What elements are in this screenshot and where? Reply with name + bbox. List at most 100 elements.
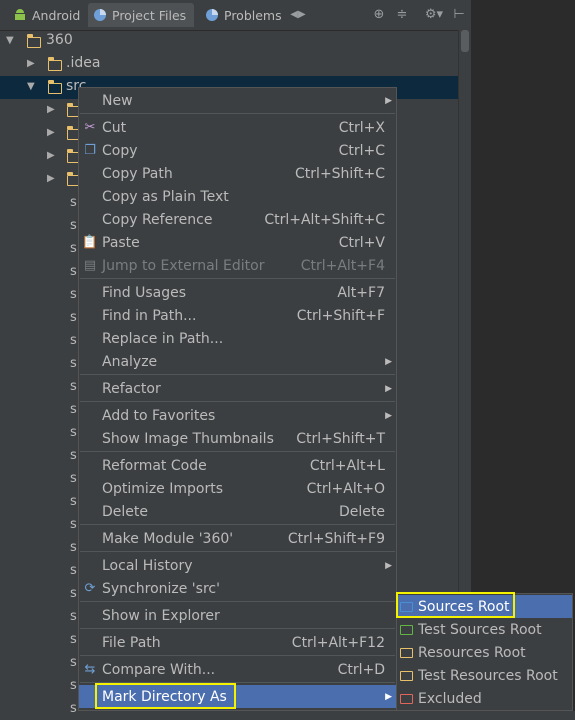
menu-item-find-in-path[interactable]: Find in Path... Ctrl+Shift+F <box>79 304 396 327</box>
collapse-arrow-icon[interactable]: ▶ <box>27 59 37 69</box>
menu-item-add-to-favorites[interactable]: Add to Favorites ▶ <box>79 404 396 427</box>
submenu-item-excluded[interactable]: Excluded <box>397 687 572 710</box>
tree-file-label: s <box>70 264 77 279</box>
menu-shortcut: Ctrl+Alt+F4 <box>300 257 385 274</box>
external-editor-icon: ▤ <box>83 258 97 273</box>
menu-shortcut: Ctrl+C <box>338 142 385 159</box>
expand-arrow-icon[interactable]: ▼ <box>27 82 37 92</box>
collapse-arrow-icon[interactable]: ▶ <box>47 151 57 161</box>
menu-label: Synchronize 'src' <box>102 580 220 597</box>
folder-icon <box>47 57 62 71</box>
menu-separator <box>80 551 395 552</box>
menu-item-copy-path[interactable]: Copy Path Ctrl+Shift+C <box>79 162 396 185</box>
submenu-arrow-icon: ▶ <box>385 560 392 571</box>
tab-android[interactable]: Android <box>8 3 80 27</box>
menu-item-jump-external-editor: ▤ Jump to External Editor Ctrl+Alt+F4 <box>79 254 396 277</box>
menu-item-copy-reference[interactable]: Copy Reference Ctrl+Alt+Shift+C <box>79 208 396 231</box>
menu-shortcut: Ctrl+D <box>337 661 385 678</box>
submenu-item-test-resources-root[interactable]: Test Resources Root <box>397 664 572 687</box>
highlight-box-mark-directory <box>95 683 236 709</box>
menu-shortcut: Ctrl+Shift+C <box>295 165 385 182</box>
tree-file-label: s <box>70 241 77 256</box>
menu-shortcut: Delete <box>339 503 385 520</box>
collapse-arrow-icon[interactable]: ▶ <box>47 174 57 184</box>
menu-label: Jump to External Editor <box>102 257 265 274</box>
tab-project-files[interactable]: Project Files <box>88 3 194 27</box>
menu-item-compare-with[interactable]: ⇆ Compare With... Ctrl+D <box>79 658 396 681</box>
folder-icon <box>26 34 41 48</box>
menu-label: Find in Path... <box>102 307 197 324</box>
menu-item-file-path[interactable]: File Path Ctrl+Alt+F12 <box>79 631 396 654</box>
folder-icon <box>47 80 62 94</box>
submenu-item-test-sources-root[interactable]: Test Sources Root <box>397 618 572 641</box>
submenu-item-resources-root[interactable]: Resources Root <box>397 641 572 664</box>
menu-item-reformat-code[interactable]: Reformat Code Ctrl+Alt+L <box>79 454 396 477</box>
menu-item-find-usages[interactable]: Find Usages Alt+F7 <box>79 281 396 304</box>
tree-file-label: s <box>70 379 77 394</box>
menu-item-cut[interactable]: ✂ Cut Ctrl+X <box>79 116 396 139</box>
tab-scroll-arrows-icon[interactable]: ◀▶ <box>290 6 306 22</box>
tree-file-label: s <box>70 494 77 509</box>
collapse-arrow-icon[interactable]: ▶ <box>47 105 57 115</box>
folder-icon <box>400 693 413 704</box>
menu-item-delete[interactable]: Delete Delete <box>79 500 396 523</box>
project-files-icon <box>94 9 106 21</box>
collapse-arrow-icon[interactable]: ▶ <box>47 128 57 138</box>
collapse-all-icon[interactable]: ≑ <box>394 6 410 22</box>
menu-shortcut: Ctrl+X <box>338 119 385 136</box>
menu-shortcut: Ctrl+Alt+Shift+C <box>264 211 385 228</box>
menu-item-new[interactable]: New ▶ <box>79 89 396 112</box>
menu-label: Find Usages <box>102 284 187 301</box>
menu-shortcut: Ctrl+Alt+O <box>306 480 385 497</box>
menu-item-local-history[interactable]: Local History ▶ <box>79 554 396 577</box>
tree-file-label: s <box>70 333 77 348</box>
tree-row-idea[interactable]: ▶ .idea <box>0 53 458 76</box>
tree-file-label: s <box>70 425 77 440</box>
tree-file-label: s <box>70 287 77 302</box>
tree-file-label: s <box>70 448 77 463</box>
menu-item-copy[interactable]: ❐ Copy Ctrl+C <box>79 139 396 162</box>
tree-row-root[interactable]: ▼ 360 <box>0 30 458 53</box>
menu-item-show-in-explorer[interactable]: Show in Explorer <box>79 604 396 627</box>
hide-panel-icon[interactable]: ⊢ <box>451 6 467 22</box>
tree-label-root: 360 <box>46 32 73 48</box>
menu-label: Delete <box>102 503 148 520</box>
tree-file-label: s <box>70 586 77 601</box>
menu-item-analyze[interactable]: Analyze ▶ <box>79 350 396 373</box>
menu-item-paste[interactable]: 📋 Paste Ctrl+V <box>79 231 396 254</box>
menu-label: Reformat Code <box>102 457 207 474</box>
expand-arrow-icon[interactable]: ▼ <box>6 36 16 46</box>
menu-separator <box>80 401 395 402</box>
menu-item-make-module[interactable]: Make Module '360' Ctrl+Shift+F9 <box>79 527 396 550</box>
menu-shortcut: Ctrl+Shift+F <box>296 307 385 324</box>
tree-file-label: s <box>70 632 77 647</box>
menu-item-show-image-thumbnails[interactable]: Show Image Thumbnails Ctrl+Shift+T <box>79 427 396 450</box>
tool-window-tabbar: Android Project Files Problems ◀▶ ⊕ ≑ ⚙▾… <box>0 0 470 31</box>
menu-label: Replace in Path... <box>102 330 224 347</box>
menu-item-synchronize[interactable]: ⟳ Synchronize 'src' <box>79 577 396 600</box>
menu-item-refactor[interactable]: Refactor ▶ <box>79 377 396 400</box>
menu-label: Show Image Thumbnails <box>102 430 274 447</box>
tree-file-label: s <box>70 609 77 624</box>
submenu-arrow-icon: ▶ <box>385 410 392 421</box>
tree-file-label: s <box>70 540 77 555</box>
scrollbar-thumb[interactable] <box>461 30 469 52</box>
menu-separator <box>80 113 395 114</box>
gear-icon[interactable]: ⚙▾ <box>423 6 445 22</box>
tree-label-idea: .idea <box>66 55 101 71</box>
menu-label: Copy Path <box>102 165 173 182</box>
menu-shortcut: Ctrl+Shift+F9 <box>287 530 385 547</box>
tab-problems[interactable]: Problems <box>200 3 282 27</box>
menu-label: Copy <box>102 142 138 159</box>
menu-label: Cut <box>102 119 127 136</box>
submenu-arrow-icon: ▶ <box>385 691 392 702</box>
tree-file-label: s <box>70 563 77 578</box>
sync-icon: ⟳ <box>84 581 96 596</box>
menu-separator <box>80 655 395 656</box>
menu-item-replace-in-path[interactable]: Replace in Path... <box>79 327 396 350</box>
menu-item-copy-plain-text[interactable]: Copy as Plain Text <box>79 185 396 208</box>
tree-file-label: s <box>70 655 77 670</box>
target-icon[interactable]: ⊕ <box>371 6 387 22</box>
menu-label: Optimize Imports <box>102 480 223 497</box>
menu-item-optimize-imports[interactable]: Optimize Imports Ctrl+Alt+O <box>79 477 396 500</box>
